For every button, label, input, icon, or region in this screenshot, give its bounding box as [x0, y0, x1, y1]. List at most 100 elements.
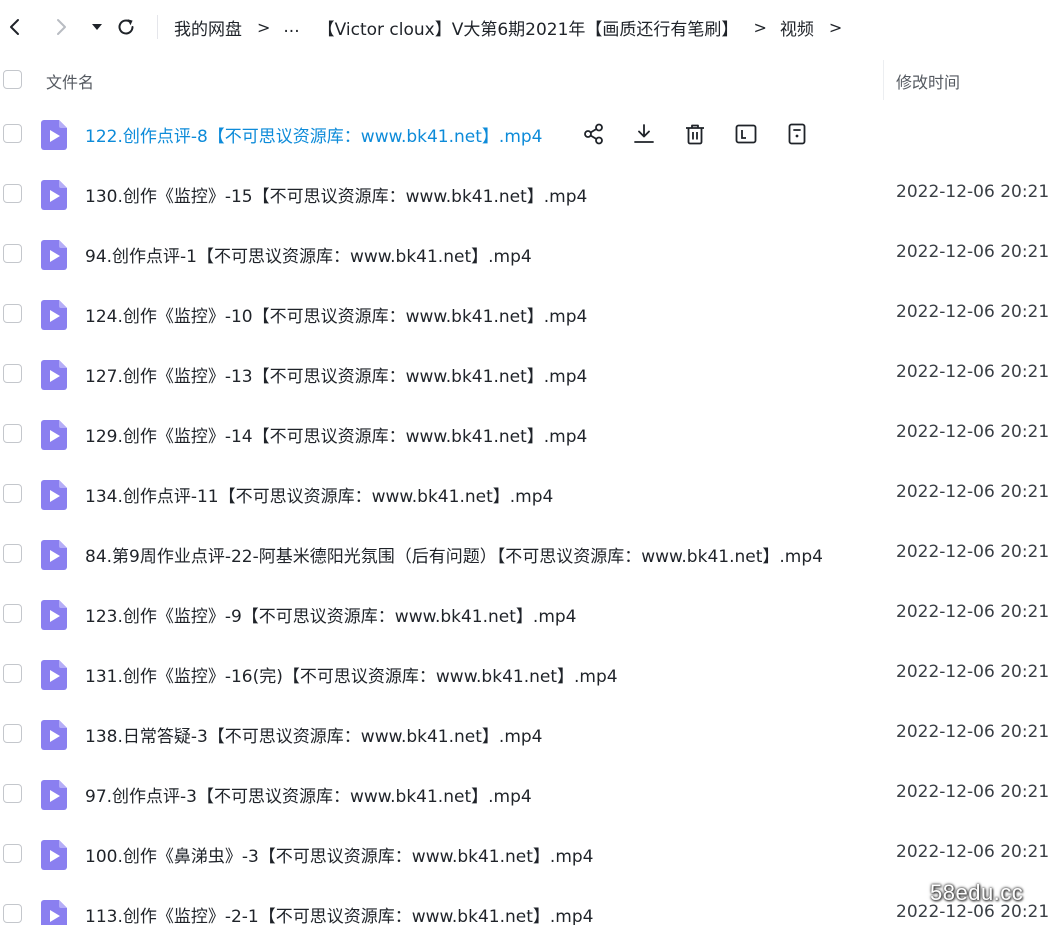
file-list: 122.创作点评-8【不可思议资源库：www.bk41.net】.mp4 130… — [0, 104, 1054, 925]
file-row[interactable]: 100.创作《鼻涕虫》-3【不可思议资源库：www.bk41.net】.mp4 … — [0, 824, 1054, 884]
file-row[interactable]: 134.创作点评-11【不可思议资源库：www.bk41.net】.mp4 20… — [0, 464, 1054, 524]
file-modified-time: 2022-12-06 20:21 — [896, 302, 1050, 322]
row-checkbox[interactable] — [3, 424, 22, 443]
column-divider[interactable] — [883, 60, 884, 100]
video-file-icon — [41, 600, 67, 630]
select-all-checkbox[interactable] — [3, 70, 22, 89]
file-name[interactable]: 123.创作《监控》-9【不可思议资源库：www.bk41.net】.mp4 — [85, 602, 577, 627]
row-checkbox[interactable] — [3, 664, 22, 683]
video-file-icon — [41, 900, 67, 925]
file-modified-time: 2022-12-06 20:21 — [896, 602, 1050, 622]
file-row[interactable]: 129.创作《监控》-14【不可思议资源库：www.bk41.net】.mp4 … — [0, 404, 1054, 464]
breadcrumb-separator: > — [828, 17, 843, 37]
row-checkbox[interactable] — [3, 904, 22, 923]
file-name[interactable]: 131.创作《监控》-16(完)【不可思议资源库：www.bk41.net】.m… — [85, 662, 618, 687]
row-checkbox[interactable] — [3, 364, 22, 383]
video-file-icon — [41, 300, 67, 330]
navigation-bar: 我的网盘 > ... 【Victor cloux】V大第6期2021年【画质还行… — [0, 0, 1054, 54]
row-checkbox[interactable] — [3, 184, 22, 203]
video-file-icon — [41, 840, 67, 870]
delete-icon — [686, 124, 704, 145]
file-modified-time: 2022-12-06 20:21 — [896, 242, 1050, 262]
video-file-icon — [41, 480, 67, 510]
file-row[interactable]: 138.日常答疑-3【不可思议资源库：www.bk41.net】.mp4 202… — [0, 704, 1054, 764]
file-modified-time: 2022-12-06 20:21 — [896, 662, 1050, 682]
back-button[interactable] — [0, 12, 30, 42]
breadcrumb-ellipsis[interactable]: ... — [283, 17, 299, 37]
row-checkbox[interactable] — [3, 544, 22, 563]
row-checkbox[interactable] — [3, 784, 22, 803]
file-modified-time: 2022-12-06 20:21 — [896, 482, 1050, 502]
file-row[interactable]: 97.创作点评-3【不可思议资源库：www.bk41.net】.mp4 2022… — [0, 764, 1054, 824]
delete-button[interactable] — [681, 120, 709, 148]
row-checkbox[interactable] — [3, 604, 22, 623]
breadcrumb-folder[interactable]: 【Victor cloux】V大第6期2021年【画质还行有笔刷】 — [318, 15, 739, 40]
download-icon — [634, 124, 654, 143]
file-modified-time: 2022-12-06 20:21 — [896, 782, 1050, 802]
file-modified-time: 2022-12-06 20:21 — [896, 722, 1050, 742]
row-checkbox[interactable] — [3, 304, 22, 323]
video-file-icon — [41, 660, 67, 690]
file-row[interactable]: 94.创作点评-1【不可思议资源库：www.bk41.net】.mp4 2022… — [0, 224, 1054, 284]
row-checkbox[interactable] — [3, 844, 22, 863]
breadcrumb-current[interactable]: 视频 — [780, 15, 814, 40]
file-row[interactable]: 127.创作《监控》-13【不可思议资源库：www.bk41.net】.mp4 … — [0, 344, 1054, 404]
row-checkbox[interactable] — [3, 484, 22, 503]
row-checkbox[interactable] — [3, 124, 22, 143]
breadcrumb-separator: > — [753, 17, 767, 37]
video-file-icon — [41, 240, 67, 270]
breadcrumb-separator: > — [257, 17, 271, 37]
row-checkbox[interactable] — [3, 724, 22, 743]
more-icon — [788, 123, 806, 145]
forward-button[interactable] — [46, 12, 76, 42]
nav-divider — [157, 15, 158, 39]
file-row[interactable]: 131.创作《监控》-16(完)【不可思议资源库：www.bk41.net】.m… — [0, 644, 1054, 704]
video-file-icon — [41, 720, 67, 750]
history-dropdown-button[interactable] — [82, 12, 112, 42]
video-file-icon — [41, 120, 67, 150]
refresh-icon — [118, 19, 134, 35]
file-row[interactable]: 130.创作《监控》-15【不可思议资源库：www.bk41.net】.mp4 … — [0, 164, 1054, 224]
file-modified-time: 2022-12-06 20:21 — [896, 422, 1050, 442]
terminal-button[interactable] — [732, 120, 760, 148]
file-modified-time: 2022-12-06 20:21 — [896, 842, 1050, 862]
file-modified-time: 2022-12-06 20:21 — [896, 362, 1050, 382]
more-button[interactable] — [783, 120, 811, 148]
video-file-icon — [41, 360, 67, 390]
file-name[interactable]: 97.创作点评-3【不可思议资源库：www.bk41.net】.mp4 — [85, 782, 532, 807]
file-name[interactable]: 124.创作《监控》-10【不可思议资源库：www.bk41.net】.mp4 — [85, 302, 587, 327]
file-name[interactable]: 122.创作点评-8【不可思议资源库：www.bk41.net】.mp4 — [85, 122, 543, 147]
file-name[interactable]: 113.创作《监控》-2-1【不可思议资源库：www.bk41.net】.mp4 — [85, 902, 593, 925]
terminal-icon — [735, 124, 757, 144]
file-name[interactable]: 129.创作《监控》-14【不可思议资源库：www.bk41.net】.mp4 — [85, 422, 587, 447]
forward-arrow-icon — [57, 19, 66, 35]
list-header: 文件名 修改时间 — [0, 56, 1054, 104]
column-header-name[interactable]: 文件名 — [46, 69, 94, 93]
file-browser: 我的网盘 > ... 【Victor cloux】V大第6期2021年【画质还行… — [0, 0, 1054, 925]
file-name[interactable]: 84.第9周作业点评-22-阿基米德阳光氛围（后有问题）【不可思议资源库：www… — [85, 542, 823, 567]
row-checkbox[interactable] — [3, 244, 22, 263]
file-row[interactable]: 113.创作《监控》-2-1【不可思议资源库：www.bk41.net】.mp4… — [0, 884, 1054, 925]
file-name[interactable]: 130.创作《监控》-15【不可思议资源库：www.bk41.net】.mp4 — [85, 182, 587, 207]
file-name[interactable]: 100.创作《鼻涕虫》-3【不可思议资源库：www.bk41.net】.mp4 — [85, 842, 594, 867]
file-name[interactable]: 138.日常答疑-3【不可思议资源库：www.bk41.net】.mp4 — [85, 722, 543, 747]
file-name[interactable]: 127.创作《监控》-13【不可思议资源库：www.bk41.net】.mp4 — [85, 362, 587, 387]
dropdown-caret-icon — [92, 24, 102, 30]
file-name[interactable]: 134.创作点评-11【不可思议资源库：www.bk41.net】.mp4 — [85, 482, 553, 507]
video-file-icon — [41, 540, 67, 570]
video-file-icon — [41, 420, 67, 450]
breadcrumb: 我的网盘 > ... 【Victor cloux】V大第6期2021年【画质还行… — [174, 14, 855, 40]
share-button[interactable] — [580, 120, 608, 148]
refresh-button[interactable] — [111, 12, 141, 42]
download-button[interactable] — [630, 120, 658, 148]
column-header-modified-time[interactable]: 修改时间 — [896, 69, 960, 93]
file-row-hovered[interactable]: 122.创作点评-8【不可思议资源库：www.bk41.net】.mp4 — [0, 104, 1054, 164]
file-modified-time: 2022-12-06 20:21 — [896, 182, 1050, 202]
file-modified-time: 2022-12-06 20:21 — [896, 542, 1050, 562]
file-row[interactable]: 123.创作《监控》-9【不可思议资源库：www.bk41.net】.mp4 2… — [0, 584, 1054, 644]
video-file-icon — [41, 780, 67, 810]
breadcrumb-root[interactable]: 我的网盘 — [174, 15, 242, 40]
file-row[interactable]: 124.创作《监控》-10【不可思议资源库：www.bk41.net】.mp4 … — [0, 284, 1054, 344]
file-row[interactable]: 84.第9周作业点评-22-阿基米德阳光氛围（后有问题）【不可思议资源库：www… — [0, 524, 1054, 584]
file-name[interactable]: 94.创作点评-1【不可思议资源库：www.bk41.net】.mp4 — [85, 242, 532, 267]
